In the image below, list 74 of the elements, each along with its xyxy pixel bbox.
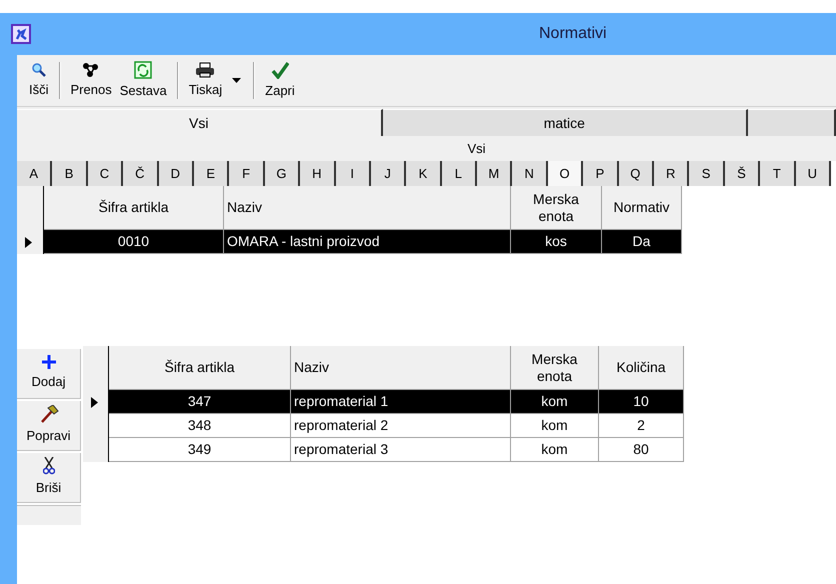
letter-tab[interactable]: O — [548, 161, 584, 186]
hammer-icon — [38, 405, 58, 424]
letter-tab[interactable]: J — [370, 161, 406, 186]
table-cell: Da — [602, 230, 682, 254]
table-cell: 347 — [109, 390, 291, 414]
recycle-icon — [134, 60, 152, 79]
letter-tab[interactable]: G — [264, 161, 300, 186]
letter-tab[interactable]: K — [406, 161, 442, 186]
table-cell: 10 — [599, 390, 684, 414]
table-cell: 0010 — [44, 230, 224, 254]
toolbar-button[interactable]: Tiskaj — [184, 58, 226, 103]
column-header: Naziv — [291, 346, 511, 390]
tab[interactable]: matice — [382, 109, 748, 136]
letter-tab[interactable]: T — [760, 161, 796, 186]
row-indicator[interactable] — [17, 230, 44, 254]
toolbar-button[interactable]: Zapri — [261, 58, 299, 103]
checkmark-icon — [270, 60, 289, 79]
tab[interactable]: Vsi — [17, 109, 383, 136]
column-header: Normativ — [602, 186, 682, 230]
letter-tab[interactable]: F — [229, 161, 265, 186]
table-cell: OMARA - lastni proizvod — [224, 230, 511, 254]
letter-tab[interactable]: Č — [123, 161, 159, 186]
letter-tab[interactable]: C — [88, 161, 124, 186]
letter-tab[interactable]: A — [17, 161, 52, 186]
column-header: Šifra artikla — [44, 186, 224, 230]
letter-tab[interactable]: Š — [724, 161, 760, 186]
toolbar-button[interactable]: Išči — [25, 58, 52, 103]
toolbar-button[interactable]: Sestava — [116, 58, 171, 103]
network-icon — [82, 62, 100, 78]
letter-tab[interactable]: L — [442, 161, 478, 186]
letter-tab[interactable]: E — [194, 161, 230, 186]
header-corner — [17, 186, 44, 230]
column-header: Merska enota — [511, 186, 602, 230]
letter-tab[interactable]: I — [336, 161, 371, 186]
column-header: Merska enota — [511, 346, 599, 390]
printer-icon — [195, 62, 216, 78]
letter-tab[interactable]: H — [300, 161, 336, 186]
table-cell: repromaterial 1 — [291, 390, 511, 414]
column-header: Šifra artikla — [109, 346, 291, 390]
letter-tab[interactable]: S — [689, 161, 725, 186]
letter-tab[interactable]: B — [52, 161, 88, 186]
toolbar-button[interactable]: Prenos — [66, 58, 116, 103]
table-cell: repromaterial 2 — [291, 414, 511, 438]
tab[interactable] — [748, 109, 836, 136]
side-button[interactable]: Popravi — [17, 401, 81, 451]
letter-tab[interactable]: D — [158, 161, 194, 186]
table-cell: repromaterial 3 — [291, 438, 511, 462]
table-cell: 2 — [599, 414, 684, 438]
plus-icon — [42, 355, 56, 370]
table-cell: kom — [511, 414, 599, 438]
app-icon — [11, 24, 31, 44]
letter-tab[interactable]: U — [796, 161, 831, 186]
letter-tab[interactable]: Q — [618, 161, 654, 186]
table-cell: 80 — [599, 438, 684, 462]
letter-tab[interactable]: M — [477, 161, 512, 186]
caret-icon — [232, 78, 242, 83]
letter-tab[interactable]: P — [583, 161, 619, 186]
side-button[interactable]: Briši — [17, 453, 81, 503]
table-cell: kom — [511, 390, 599, 414]
scissors-icon — [42, 457, 54, 476]
row-indicator[interactable] — [83, 438, 109, 462]
table-cell: kos — [511, 230, 602, 254]
filter-label: Vsi — [467, 140, 486, 158]
letter-tab[interactable]: R — [654, 161, 690, 186]
table-cell: kom — [511, 438, 599, 462]
header-corner — [83, 346, 109, 390]
letter-tab[interactable]: N — [512, 161, 548, 186]
column-header: Naziv — [224, 186, 511, 230]
window-title: Normativi — [539, 24, 607, 44]
side-button[interactable]: Dodaj — [17, 349, 81, 399]
table-cell: 348 — [109, 414, 291, 438]
table-cell: 349 — [109, 438, 291, 462]
search-icon — [30, 62, 48, 78]
column-header: Količina — [599, 346, 684, 390]
